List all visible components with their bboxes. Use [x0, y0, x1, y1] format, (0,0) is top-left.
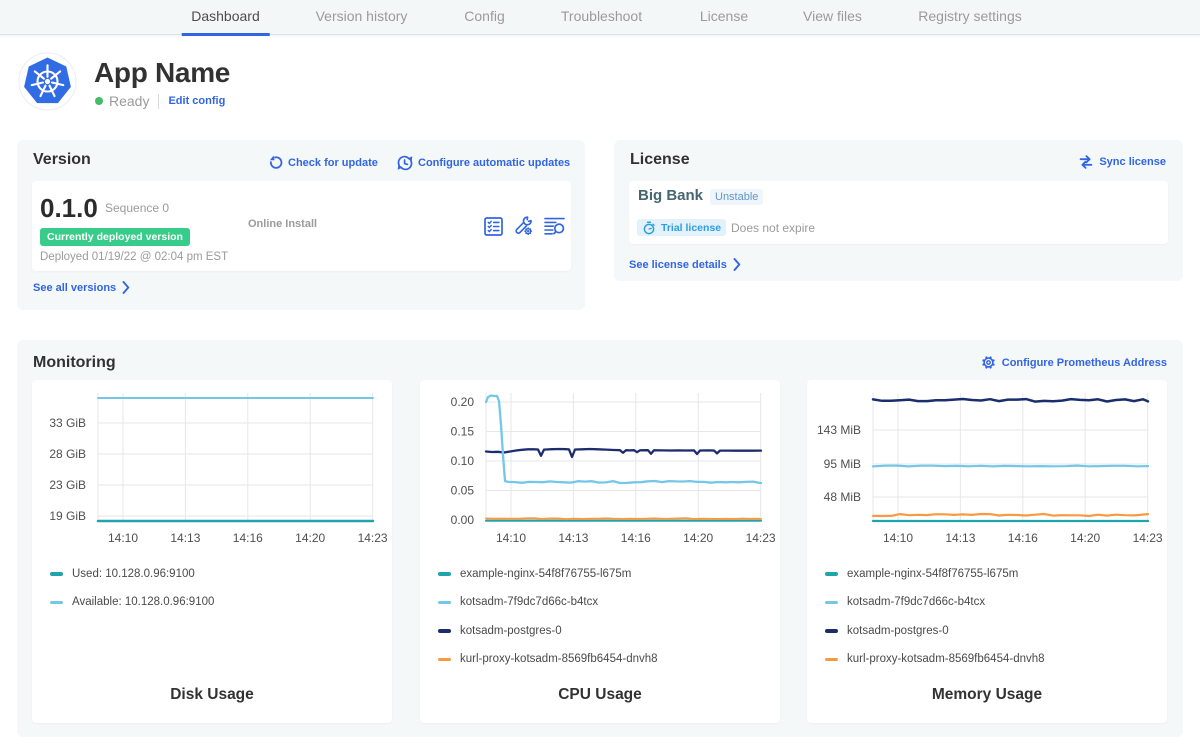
- svg-text:14:23: 14:23: [1133, 531, 1163, 545]
- svg-text:0.15: 0.15: [451, 425, 475, 439]
- svg-text:14:13: 14:13: [558, 531, 588, 545]
- svg-text:143 MiB: 143 MiB: [817, 423, 861, 437]
- svg-text:14:13: 14:13: [170, 531, 200, 545]
- svg-text:14:10: 14:10: [108, 531, 138, 545]
- svg-text:0.00: 0.00: [451, 513, 475, 527]
- svg-text:14:16: 14:16: [1008, 531, 1038, 545]
- svg-text:33 GiB: 33 GiB: [49, 416, 86, 430]
- svg-text:14:23: 14:23: [746, 531, 776, 545]
- svg-text:14:10: 14:10: [496, 531, 526, 545]
- svg-text:14:20: 14:20: [295, 531, 325, 545]
- svg-text:14:16: 14:16: [621, 531, 651, 545]
- svg-text:95 MiB: 95 MiB: [824, 457, 861, 471]
- svg-text:14:10: 14:10: [883, 531, 913, 545]
- svg-text:0.20: 0.20: [451, 395, 475, 409]
- svg-text:28 GiB: 28 GiB: [49, 447, 86, 461]
- svg-text:14:23: 14:23: [358, 531, 388, 545]
- svg-text:14:13: 14:13: [945, 531, 975, 545]
- svg-text:0.10: 0.10: [451, 454, 475, 468]
- svg-text:23 GiB: 23 GiB: [49, 478, 86, 492]
- svg-text:14:16: 14:16: [233, 531, 263, 545]
- svg-text:14:20: 14:20: [683, 531, 713, 545]
- svg-text:48 MiB: 48 MiB: [824, 490, 861, 504]
- svg-text:19 GiB: 19 GiB: [49, 509, 86, 523]
- svg-text:14:20: 14:20: [1070, 531, 1100, 545]
- svg-text:0.05: 0.05: [451, 484, 475, 498]
